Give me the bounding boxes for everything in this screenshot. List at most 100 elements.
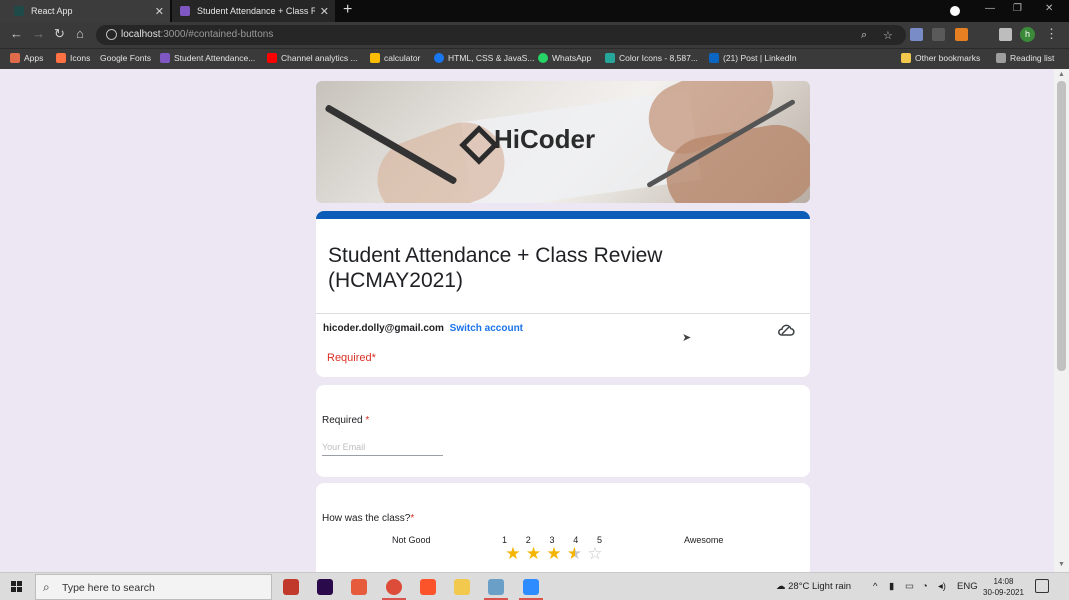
hicoder-logo: HiCoder bbox=[460, 124, 595, 155]
screen-recorder-icon[interactable] bbox=[351, 579, 367, 595]
bookmark-google-fonts[interactable]: Google Fonts bbox=[100, 53, 151, 63]
bookmark-color-icons[interactable]: Color Icons - 8,587... bbox=[605, 53, 698, 63]
rating-high-label: Awesome bbox=[684, 535, 724, 545]
bookmark-apps[interactable]: Apps bbox=[10, 53, 43, 63]
taskbar-search-placeholder: Type here to search bbox=[62, 582, 155, 594]
icons-site-icon bbox=[56, 53, 66, 63]
facebook-icon bbox=[434, 53, 444, 63]
bookmark-other[interactable]: Other bookmarks bbox=[901, 53, 980, 63]
notification-center-icon[interactable] bbox=[1035, 579, 1049, 593]
network-icon[interactable]: ◔ bbox=[922, 581, 928, 592]
divider bbox=[316, 313, 810, 314]
windows-start-icon[interactable] bbox=[11, 581, 23, 593]
home-icon[interactable]: ⌂ bbox=[76, 26, 84, 41]
form-header-card: Student Attendance + Class Review (HCMAY… bbox=[316, 211, 810, 377]
forms-icon bbox=[180, 6, 190, 16]
star-icon[interactable]: ★ bbox=[504, 545, 522, 563]
file-explorer-icon[interactable] bbox=[454, 579, 470, 595]
tab-react-app[interactable]: React App ✕ bbox=[0, 0, 170, 22]
youtube-icon bbox=[267, 53, 277, 63]
browser-toolbar: ← → ↻ ⌂ localhost:3000/#contained-button… bbox=[0, 22, 1069, 48]
recorder-app-icon[interactable] bbox=[283, 579, 299, 595]
site-info-icon[interactable] bbox=[106, 29, 117, 40]
notepad-app-icon[interactable] bbox=[488, 579, 504, 595]
record-indicator-icon bbox=[950, 6, 960, 16]
question-label: How was the class?* bbox=[322, 513, 415, 524]
pen-extension-icon[interactable] bbox=[910, 28, 923, 41]
maximize-icon[interactable]: ❐ bbox=[1013, 3, 1022, 14]
tab-student-attendance[interactable]: Student Attendance + Class Review ✕ bbox=[172, 0, 335, 22]
bookmarks-bar: Apps Icons Google Fonts Student Attendan… bbox=[0, 48, 1069, 69]
page-scrollbar[interactable]: ▲ ▼ bbox=[1054, 69, 1069, 572]
extensions-puzzle-icon[interactable] bbox=[999, 28, 1012, 41]
bookmark-calculator[interactable]: calculator bbox=[370, 53, 420, 63]
cloud-saved-icon bbox=[778, 324, 795, 336]
browser-menu-icon[interactable]: ⋮ bbox=[1045, 26, 1058, 42]
form-title: Student Attendance + Class Review (HCMAY… bbox=[328, 244, 663, 292]
rating-low-label: Not Good bbox=[392, 535, 431, 545]
bookmark-channel-analytics[interactable]: Channel analytics ... bbox=[267, 53, 358, 63]
tab-title: React App bbox=[31, 6, 73, 16]
tab-title: Student Attendance + Class Review bbox=[197, 6, 315, 16]
star-icon[interactable]: ★ bbox=[525, 545, 543, 563]
bookmark-student-attendance[interactable]: Student Attendance... bbox=[160, 53, 255, 63]
taskbar-search-box[interactable]: ⌕ Type here to search bbox=[35, 574, 272, 600]
minimize-icon[interactable]: — bbox=[985, 3, 995, 14]
star-icon[interactable]: ☆ bbox=[586, 545, 604, 563]
zoom-search-icon[interactable]: ⌕ bbox=[861, 29, 867, 42]
new-tab-icon[interactable]: + bbox=[343, 1, 352, 19]
volume-icon[interactable]: ◂) bbox=[938, 581, 946, 592]
star-icon[interactable]: ★ bbox=[545, 545, 563, 563]
taskbar-clock[interactable]: 14:08 30-09-2021 bbox=[983, 576, 1024, 598]
hicoder-logo-icon bbox=[460, 126, 488, 154]
browser-tab-strip: React App ✕ Student Attendance + Class R… bbox=[0, 0, 1069, 22]
star-rating[interactable]: ★ ★ ★ ★ ☆ bbox=[504, 545, 604, 563]
bookmark-star-icon[interactable]: ☆ bbox=[883, 29, 893, 42]
linkedin-icon bbox=[709, 53, 719, 63]
chrome-app-icon[interactable] bbox=[386, 579, 402, 595]
switch-account-link[interactable]: Switch account bbox=[450, 323, 523, 334]
calculator-icon bbox=[370, 53, 380, 63]
question-label: Required * bbox=[322, 415, 370, 426]
forms-icon bbox=[160, 53, 170, 63]
brave-app-icon[interactable] bbox=[420, 579, 436, 595]
react-icon bbox=[14, 6, 24, 16]
reload-icon[interactable]: ↻ bbox=[54, 26, 65, 42]
profile-avatar[interactable]: h bbox=[1020, 27, 1035, 42]
weather-widget[interactable]: ☁ 28°C Light rain bbox=[776, 581, 851, 592]
forward-icon[interactable]: → bbox=[32, 26, 45, 41]
email-field[interactable] bbox=[322, 438, 443, 456]
color-extension-icon[interactable] bbox=[955, 28, 968, 41]
address-bar[interactable]: localhost:3000/#contained-buttons ⌕ ☆ bbox=[96, 25, 906, 45]
form-banner-image: HiCoder bbox=[316, 81, 810, 203]
scrollbar-thumb[interactable] bbox=[1057, 81, 1066, 371]
close-window-icon[interactable]: ✕ bbox=[1045, 3, 1053, 14]
apps-grid-icon bbox=[10, 53, 20, 63]
bookmark-linkedin[interactable]: (21) Post | LinkedIn bbox=[709, 53, 797, 63]
premiere-app-icon[interactable] bbox=[317, 579, 333, 595]
clock-date: 30-09-2021 bbox=[983, 588, 1024, 597]
windows-taskbar: ⌕ Type here to search ☁ 28°C Light rain … bbox=[0, 572, 1069, 600]
reader-extension-icon[interactable] bbox=[932, 28, 945, 41]
scroll-up-icon[interactable]: ▲ bbox=[1058, 71, 1065, 78]
input-language[interactable]: ENG bbox=[957, 581, 978, 592]
tab-close-icon[interactable]: ✕ bbox=[320, 5, 329, 18]
reading-list[interactable]: Reading list bbox=[996, 53, 1054, 63]
bookmark-icons[interactable]: Icons bbox=[56, 53, 90, 63]
scroll-down-icon[interactable]: ▼ bbox=[1058, 561, 1065, 568]
account-email: hicoder.dolly@gmail.com bbox=[323, 323, 444, 334]
star-icon[interactable]: ★ bbox=[566, 545, 584, 563]
tray-chevron-icon[interactable]: ^ bbox=[873, 581, 877, 592]
microphone-icon[interactable]: ▮ bbox=[889, 581, 894, 592]
color-icons-icon bbox=[605, 53, 615, 63]
battery-icon[interactable]: ▭ bbox=[905, 581, 914, 592]
whatsapp-icon bbox=[538, 53, 548, 63]
back-icon[interactable]: ← bbox=[10, 26, 23, 41]
tab-close-icon[interactable]: ✕ bbox=[155, 5, 164, 18]
clock-time: 14:08 bbox=[993, 577, 1014, 586]
question-card-email: Required * bbox=[316, 385, 810, 477]
bookmark-html-css[interactable]: HTML, CSS & JavaS... bbox=[434, 53, 534, 63]
url-text: localhost:3000/#contained-buttons bbox=[121, 29, 274, 40]
bookmark-whatsapp[interactable]: WhatsApp bbox=[538, 53, 591, 63]
zoom-app-icon[interactable] bbox=[523, 579, 539, 595]
